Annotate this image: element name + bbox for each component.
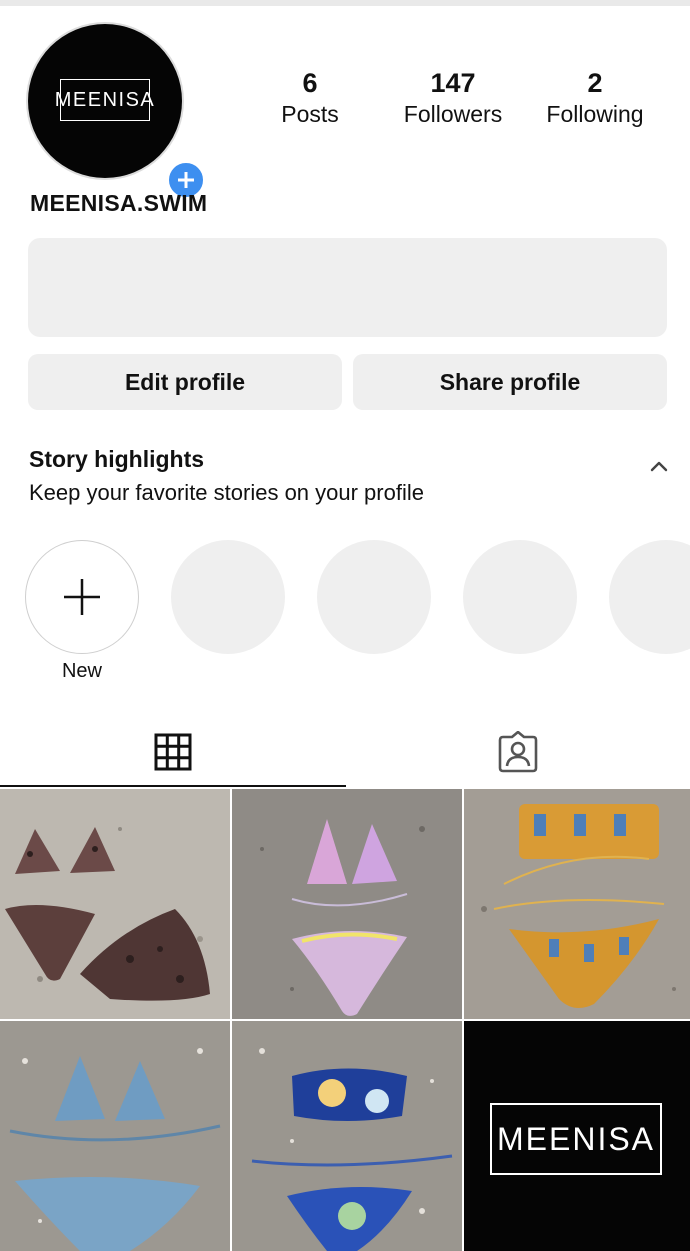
highlight-placeholder bbox=[317, 540, 431, 654]
new-highlight-label: New bbox=[61, 660, 102, 682]
brand-logo-tile: MEENISA bbox=[490, 1103, 662, 1175]
tab-tagged[interactable] bbox=[345, 718, 690, 786]
avatar-logo: MEENISA bbox=[55, 79, 154, 121]
tie-dye-bikini-photo bbox=[232, 789, 462, 1019]
blue-print-bikini-photo bbox=[0, 1021, 230, 1251]
active-tab-indicator bbox=[0, 785, 346, 787]
following-stat[interactable]: 2 Following bbox=[535, 68, 655, 130]
brand-logo-text: MEENISA bbox=[496, 1120, 656, 1157]
avatar-logo-text: MEENISA bbox=[54, 88, 156, 111]
followers-count: 147 bbox=[430, 68, 476, 98]
chevron-up-icon[interactable] bbox=[648, 458, 670, 474]
highlights-title: Story highlights bbox=[29, 446, 205, 472]
grid-icon bbox=[154, 733, 191, 771]
highlights-subtitle: Keep your favorite stories on your profi… bbox=[29, 480, 424, 505]
snakeskin-bikini-photo bbox=[464, 789, 690, 1019]
post-thumbnail[interactable] bbox=[464, 789, 690, 1019]
post-thumbnail[interactable] bbox=[0, 789, 230, 1019]
profile-username: MEENISA.SWIM bbox=[30, 190, 208, 216]
bio-box[interactable] bbox=[28, 238, 667, 337]
edit-profile-button[interactable]: Edit profile bbox=[28, 354, 342, 410]
posts-grid: MEENISA bbox=[0, 789, 690, 1251]
profile-avatar-container[interactable]: MEENISA bbox=[28, 24, 206, 200]
post-thumbnail[interactable] bbox=[232, 1021, 462, 1251]
followers-label: Followers bbox=[403, 101, 503, 127]
leopard-bikini-photo bbox=[0, 789, 230, 1019]
tab-posts[interactable] bbox=[0, 718, 345, 786]
new-highlight-button[interactable] bbox=[25, 540, 139, 654]
plus-icon bbox=[178, 172, 194, 188]
following-label: Following bbox=[546, 101, 644, 127]
post-thumbnail[interactable]: MEENISA bbox=[464, 1021, 690, 1251]
posts-label: Posts bbox=[281, 101, 339, 127]
highlight-placeholder bbox=[171, 540, 285, 654]
followers-stat[interactable]: 147 Followers bbox=[393, 68, 513, 130]
share-profile-button[interactable]: Share profile bbox=[353, 354, 667, 410]
posts-count: 6 bbox=[302, 68, 318, 98]
post-thumbnail[interactable] bbox=[0, 1021, 230, 1251]
avatar[interactable]: MEENISA bbox=[28, 24, 182, 178]
tagged-person-icon bbox=[498, 731, 537, 773]
following-count: 2 bbox=[587, 68, 603, 98]
highlight-placeholder bbox=[463, 540, 577, 654]
post-thumbnail[interactable] bbox=[232, 789, 462, 1019]
highlight-placeholder bbox=[609, 540, 690, 654]
abstract-print-bikini-photo bbox=[232, 1021, 462, 1251]
status-bar-strip bbox=[0, 0, 690, 6]
posts-stat[interactable]: 6 Posts bbox=[262, 68, 358, 130]
plus-icon bbox=[64, 579, 100, 615]
